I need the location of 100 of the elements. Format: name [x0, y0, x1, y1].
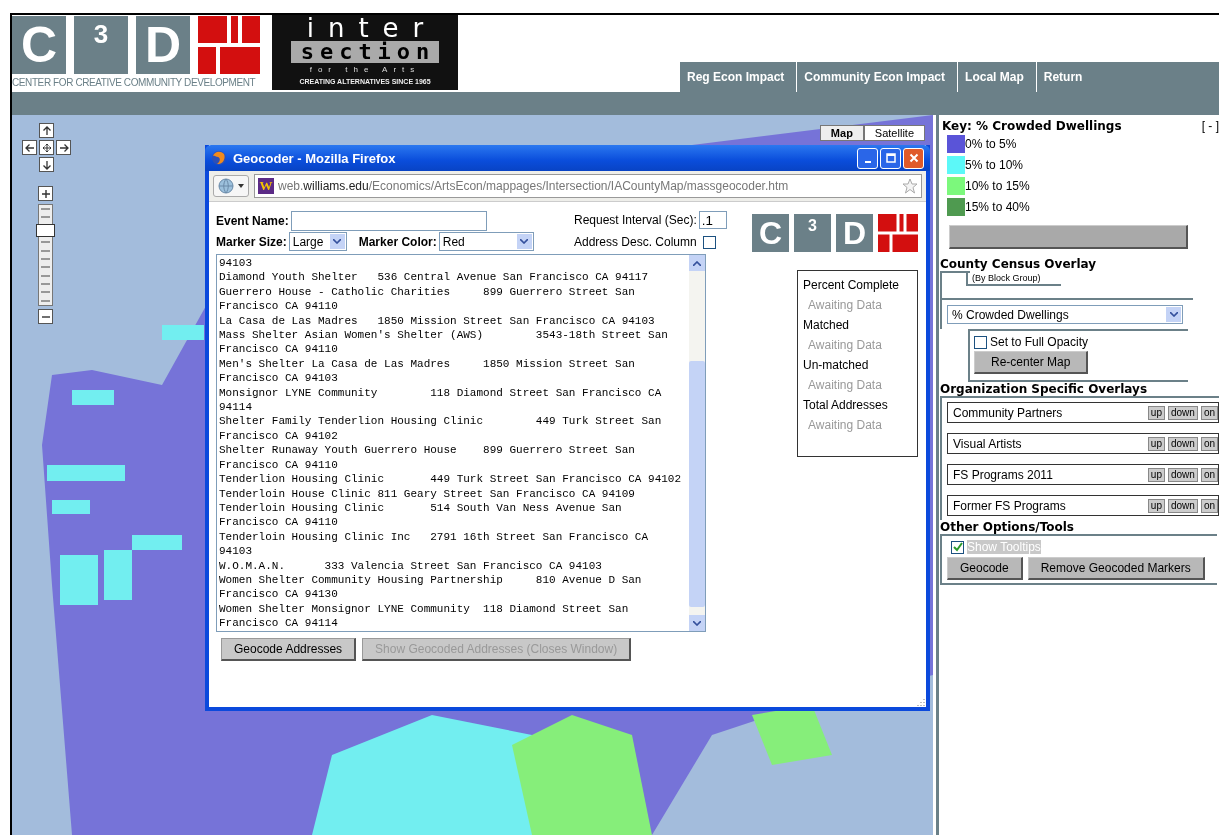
minimize-button[interactable]: [857, 147, 878, 169]
status-value: Awaiting Data: [807, 297, 883, 314]
section-heading: Other Options/Tools: [940, 520, 1075, 534]
status-value: Awaiting Data: [807, 417, 883, 434]
nav-link[interactable]: Reg Econ Impact: [680, 62, 797, 92]
logo-text: section: [290, 41, 440, 63]
browser-icon: [211, 150, 227, 166]
map-type-button[interactable]: Map: [819, 125, 864, 141]
checkbox[interactable]: [951, 540, 964, 554]
section-heading: County Census Overlay: [940, 257, 1098, 271]
down-arrow-icon: [41, 159, 52, 170]
close-button[interactable]: [903, 147, 924, 169]
identity-button[interactable]: [213, 175, 249, 197]
caret-icon: [238, 184, 244, 188]
overlay-control-button[interactable]: down: [1167, 405, 1198, 420]
scroll-down-icon[interactable]: [693, 620, 701, 626]
maximize-button[interactable]: [880, 147, 901, 169]
logo-tagline: CENTER FOR CREATIVE COMMUNITY DEVELOPMENT: [12, 77, 257, 88]
site-favicon: W: [258, 178, 274, 194]
recenter-map-button[interactable]: Re-center Map: [974, 351, 1089, 374]
status-label: Matched: [803, 317, 851, 334]
scrollbar[interactable]: [689, 255, 705, 631]
squares-logo-icon: [878, 214, 918, 252]
pan-down-button[interactable]: [39, 157, 54, 172]
zoom-in-button[interactable]: [38, 186, 53, 201]
logo-letter: 3: [74, 16, 128, 74]
marker-color-select[interactable]: Red: [438, 232, 534, 251]
overlay-control-button[interactable]: on: [1200, 405, 1218, 420]
resize-grip-icon[interactable]: [915, 696, 925, 706]
overlay-control-button[interactable]: on: [1200, 436, 1218, 451]
collapse-link[interactable]: [ - ]: [1201, 119, 1219, 133]
pan-center-button[interactable]: [39, 140, 54, 155]
overlay-select[interactable]: % Crowded Dwellings: [947, 305, 1183, 324]
overlay-control-button[interactable]: down: [1167, 467, 1198, 482]
map-type-button[interactable]: Satellite: [863, 125, 925, 141]
overlay-name: FS Programs 2011: [953, 467, 1053, 482]
up-arrow-icon: [41, 125, 52, 136]
window-title: Geocoder - Mozilla Firefox: [233, 150, 396, 166]
legend-label: 0% to 5%: [965, 136, 1017, 151]
four-arrows-icon: [41, 142, 52, 153]
status-label: Total Addresses: [803, 397, 889, 414]
field-label: Marker Color:: [358, 234, 437, 249]
legend-label: 10% to 15%: [965, 178, 1030, 193]
overlay-control-button[interactable]: up: [1147, 436, 1165, 451]
star-icon[interactable]: [902, 178, 918, 194]
event-name-field[interactable]: [290, 210, 487, 231]
left-arrow-icon: [24, 142, 35, 153]
overlay-control-button[interactable]: down: [1167, 498, 1198, 513]
blank-button[interactable]: [949, 225, 1188, 249]
squares-logo-icon: [198, 16, 260, 74]
url-text: web.williams.edu/Economics/ArtsEcon/mappages/Intersection/IACountyMap/massgeocoder.htm: [278, 179, 789, 193]
overlay-control-button[interactable]: up: [1147, 498, 1165, 513]
close-icon: [908, 153, 919, 163]
overlay-control-button[interactable]: up: [1147, 405, 1165, 420]
scroll-up-icon[interactable]: [693, 260, 701, 266]
field-label: Request Interval (Sec):: [574, 213, 697, 227]
status-value: Awaiting Data: [807, 337, 883, 354]
pan-left-button[interactable]: [22, 140, 37, 155]
tool-button[interactable]: Remove Geocoded Markers: [1027, 557, 1205, 580]
tool-button[interactable]: Geocode: [947, 557, 1023, 580]
logo-letter: 3: [794, 214, 831, 252]
overlay-control-button[interactable]: on: [1200, 467, 1218, 482]
zoom-out-button[interactable]: [38, 309, 53, 324]
field-label: Event Name:: [216, 213, 289, 228]
pan-up-button[interactable]: [39, 123, 54, 138]
minimize-icon: [864, 161, 871, 163]
slider-thumb[interactable]: [36, 223, 55, 237]
overlay-name: Visual Artists: [953, 436, 1022, 451]
logo-text: inter: [306, 15, 438, 41]
address-bar[interactable]: W web.williams.edu/Economics/ArtsEcon/mappages/Intersection/IACountyMap/massgeocoder.htm: [254, 174, 922, 198]
checkbox[interactable]: [702, 235, 716, 249]
action-button[interactable]: Geocode Addresses: [221, 638, 357, 661]
checkbox-label: Address Desc. Column: [574, 235, 697, 249]
zoom-slider[interactable]: [38, 204, 53, 306]
maximize-icon: [885, 153, 896, 163]
section-heading: Organization Specific Overlays: [940, 382, 1149, 396]
legend-label: 5% to 10%: [965, 157, 1024, 172]
globe-icon: [218, 178, 234, 194]
checkbox-label: Set to Full Opacity: [990, 335, 1089, 349]
overlay-note: (By Block Group): [966, 273, 1061, 286]
field-label: Marker Size:: [216, 234, 287, 249]
pan-right-button[interactable]: [56, 140, 71, 155]
overlay-control-button[interactable]: up: [1147, 467, 1165, 482]
right-arrow-icon: [58, 142, 69, 153]
legend-label: 15% to 40%: [965, 199, 1030, 214]
overlay-control-button[interactable]: on: [1200, 498, 1218, 513]
request-interval-field[interactable]: .1: [698, 211, 727, 229]
logo-letter: C: [752, 214, 789, 252]
marker-size-select[interactable]: Large: [288, 232, 347, 251]
overlay-name: Community Partners: [953, 405, 1063, 420]
status-value: Awaiting Data: [807, 377, 883, 394]
overlay-control-button[interactable]: down: [1167, 436, 1198, 451]
logo-letter: C: [12, 16, 66, 74]
plus-icon: [40, 188, 51, 199]
logo-letter: D: [836, 214, 873, 252]
logo-letter: D: [136, 16, 190, 74]
status-label: Percent Complete: [803, 277, 901, 294]
addresses-textarea[interactable]: 94103 Diamond Youth Shelter 536 Central Avenue San Francisco CA 94117 Guerrero House - Catholic Charities 899 Guerrero Street San Francisco CA 94110 La Casa de Las Madres 1850 Mission Street San Francisco CA 94103 Mass Shelter Asian Women's Shelter (AWS) 3543-18th Street San Francisco CA 94110 Men's Shelter La Casa de Las Madres 1850 Mission Street San Francisco CA 94103 Monsignor LYNE Community 118 Diamond Street San Francisco CA 94114 Shelter Family Tenderlion Housing Clinic 449 Turk Street San Francisco CA 94102 Shelter Runaway Youth Guerrero House 899 Guerrero Street San Francisco CA 94110 Tenderlion Housing Clinic 449 Turk Street San Francisco CA 94102 Tenderloin House Clinic 811 Geary Street San Francisco CA 94109 Tenderloin Housing Clinic 514 South Van Ness Avenue San Francisco CA 94110 Tenderloin Housing Clinic Inc 2791 16th Street San Francisco CA 94103 W.O.M.A.N. 333 Valencia Street San Francisco CA 94103 Women Shelter Community Housing Partnership 810 Avenue D San Francisco CA 94130 Women Shelter Monsignor LYNE Community 118 Diamond Street San Francisco CA 94114: [216, 254, 706, 632]
checkbox[interactable]: [974, 335, 987, 349]
section-heading: Key: % Crowded Dwellings: [942, 119, 1122, 133]
